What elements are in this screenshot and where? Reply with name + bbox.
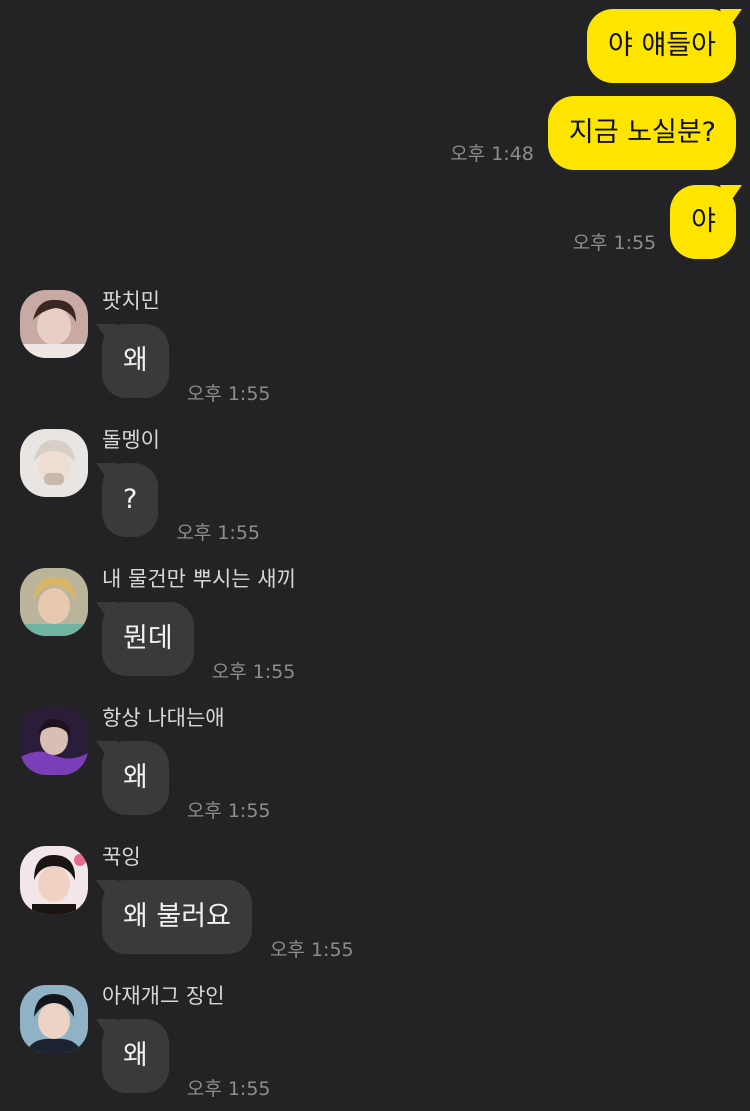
message-timestamp: 오후 1:55 xyxy=(176,522,261,544)
message-timestamp: 오후 1:55 xyxy=(186,800,271,822)
message-row: 왜 오후 1:55 xyxy=(102,324,271,405)
incoming-bubble[interactable]: 뭔데 xyxy=(102,602,194,676)
incoming-bubble[interactable]: 왜 xyxy=(102,324,169,398)
sender-name: 돌멩이 xyxy=(102,428,160,452)
sender-name: 항상 나대는애 xyxy=(102,706,225,730)
profile-avatar[interactable] xyxy=(20,846,88,914)
profile-avatar[interactable] xyxy=(20,290,88,358)
profile-avatar[interactable] xyxy=(20,707,88,775)
message-row: 왜 오후 1:55 xyxy=(102,1019,271,1100)
outgoing-message: 야 얘들아 xyxy=(587,9,736,83)
sender-name: 팟치민 xyxy=(102,289,160,313)
incoming-bubble[interactable]: 왜 xyxy=(102,741,169,815)
outgoing-message: 오후 1:55 야 xyxy=(572,185,736,259)
profile-avatar[interactable] xyxy=(20,985,88,1053)
chat-screen: 야 얘들아 오후 1:48 지금 노실분? 오후 1:55 야 팟치민 왜 오후… xyxy=(0,0,750,1111)
message-timestamp: 오후 1:55 xyxy=(186,1078,271,1100)
outgoing-bubble[interactable]: 야 얘들아 xyxy=(587,9,736,83)
message-timestamp: 오후 1:55 xyxy=(211,661,296,683)
message-timestamp: 오후 1:48 xyxy=(450,143,534,165)
outgoing-message: 오후 1:48 지금 노실분? xyxy=(450,96,736,170)
outgoing-bubble[interactable]: 지금 노실분? xyxy=(547,96,736,170)
incoming-message: 돌멩이 ? 오후 1:55 xyxy=(20,428,720,559)
message-timestamp: 오후 1:55 xyxy=(186,383,271,405)
incoming-message: 꾹잉 왜 불러요 오후 1:55 xyxy=(20,845,720,976)
incoming-bubble[interactable]: ? xyxy=(102,463,159,537)
message-row: 뭔데 오후 1:55 xyxy=(102,602,295,683)
message-row: ? 오후 1:55 xyxy=(102,463,260,544)
sender-name: 아재개그 장인 xyxy=(102,984,225,1008)
incoming-message: 팟치민 왜 오후 1:55 xyxy=(20,289,720,420)
outgoing-bubble[interactable]: 야 xyxy=(670,185,736,259)
incoming-message: 아재개그 장인 왜 오후 1:55 xyxy=(20,984,720,1111)
profile-avatar[interactable] xyxy=(20,429,88,497)
incoming-bubble[interactable]: 왜 불러요 xyxy=(102,880,252,954)
profile-avatar[interactable] xyxy=(20,568,88,636)
incoming-bubble[interactable]: 왜 xyxy=(102,1019,169,1093)
message-row: 왜 오후 1:55 xyxy=(102,741,271,822)
incoming-message: 항상 나대는애 왜 오후 1:55 xyxy=(20,706,720,837)
message-row: 왜 불러요 오후 1:55 xyxy=(102,880,354,961)
message-timestamp: 오후 1:55 xyxy=(269,939,354,961)
sender-name: 내 물건만 뿌시는 새끼 xyxy=(102,567,296,591)
sender-name: 꾹잉 xyxy=(102,845,141,869)
incoming-message: 내 물건만 뿌시는 새끼 뭔데 오후 1:55 xyxy=(20,567,720,698)
message-timestamp: 오후 1:55 xyxy=(572,232,657,254)
